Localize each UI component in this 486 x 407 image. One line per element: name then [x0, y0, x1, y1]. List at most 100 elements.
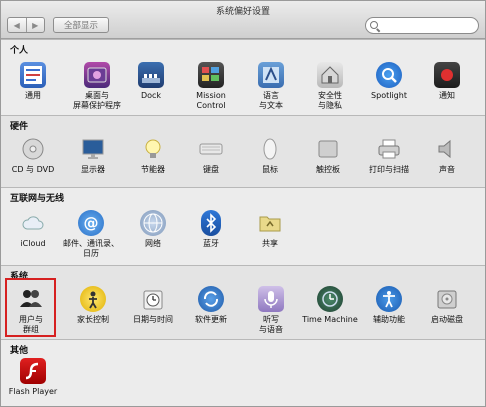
pref-label: 共享 [262, 239, 278, 248]
startup-disk-icon [434, 286, 460, 312]
pref-notifications[interactable]: 通知 [417, 62, 477, 101]
accessibility-icon [376, 286, 402, 312]
pref-keyboard[interactable]: 键盘 [181, 136, 241, 175]
pref-mission-control[interactable]: Mission Control [181, 62, 241, 111]
section-title: 个人 [10, 46, 29, 56]
pref-security-privacy[interactable]: 安全性 与隐私 [300, 62, 360, 111]
pref-label: 通用 [25, 91, 41, 100]
mouse-icon [257, 136, 283, 162]
section-title: 互联网与无线 [10, 194, 65, 204]
pref-label: 安全性 与隐私 [318, 91, 342, 110]
pref-label: 通知 [439, 91, 455, 100]
pref-label: 触控板 [316, 165, 340, 174]
pref-label: 蓝牙 [203, 239, 219, 248]
pref-label: Spotlight [371, 91, 407, 100]
section-hardware: 硬件 CD 与 DVD 显示器 节能器 键盘 鼠标 触控板 打印与扫描 声音 [1, 115, 485, 187]
pref-label-text: 桌面与 屏幕保护程序 [73, 91, 121, 110]
pref-time-machine[interactable]: Time Machine [297, 286, 363, 325]
pref-general[interactable]: 通用 [3, 62, 63, 101]
pref-accessibility[interactable]: 辅助功能 [359, 286, 419, 325]
search-input[interactable] [384, 21, 476, 30]
network-icon [140, 210, 166, 236]
pref-parental-controls[interactable]: 家长控制 [63, 286, 123, 325]
pref-label: Time Machine [302, 315, 358, 324]
pref-dock[interactable]: Dock [121, 62, 181, 101]
show-all-button[interactable]: 全部显示 [53, 17, 109, 33]
pref-label: 邮件、通讯录、 日历 [63, 239, 119, 258]
pref-label: 网络 [145, 239, 161, 248]
spotlight-icon [376, 62, 402, 88]
icloud-icon [20, 210, 46, 236]
displays-icon [80, 136, 106, 162]
mission-control-icon [198, 62, 224, 88]
pref-label: iCloud [20, 239, 46, 248]
pref-date-time[interactable]: 日期与时间 [123, 286, 183, 325]
window-title: 系统偏好设置 [215, 7, 270, 17]
desktop-screensaver-icon [84, 62, 110, 88]
pref-label: 桌面与 屏幕保护程序 [67, 91, 127, 111]
energy-saver-icon [140, 136, 166, 162]
parental-controls-icon [80, 286, 106, 312]
software-update-icon [198, 286, 224, 312]
security-privacy-icon [317, 62, 343, 88]
pref-icloud[interactable]: iCloud [3, 210, 63, 249]
pref-label: 声音 [439, 165, 455, 174]
section-title: 硬件 [10, 122, 29, 132]
search-field[interactable] [365, 17, 479, 34]
pref-network[interactable]: 网络 [123, 210, 183, 249]
pref-label: 启动磁盘 [431, 315, 463, 324]
pref-flash-player[interactable]: Flash Player [3, 358, 63, 397]
sharing-icon [257, 210, 283, 236]
section-personal: 个人 通用 桌面与 屏幕保护程序 Dock Mission Control 语言… [1, 39, 485, 115]
pref-cd-dvd[interactable]: CD 与 DVD [3, 136, 63, 175]
back-button[interactable]: ◀ [8, 18, 26, 32]
pref-label: 打印与扫描 [369, 165, 409, 174]
pref-label: 软件更新 [195, 315, 227, 324]
users-groups-highlight [5, 278, 56, 337]
pref-language-text[interactable]: 语言 与文本 [241, 62, 301, 111]
search-icon [370, 20, 380, 31]
dictation-speech-icon [258, 286, 284, 312]
pref-label: CD 与 DVD [11, 165, 55, 174]
flash-player-icon [20, 358, 46, 384]
section-other: 其他 Flash Player [1, 339, 485, 406]
pref-bluetooth[interactable]: 蓝牙 [181, 210, 241, 249]
toolbar: 系统偏好设置 ◀ ▶ 全部显示 [1, 1, 485, 39]
pref-label: Mission Control [196, 91, 226, 110]
pref-mail-contacts-calendars[interactable]: @ 邮件、通讯录、 日历 [59, 210, 123, 259]
general-icon [20, 62, 46, 88]
pref-dictation-speech[interactable]: 听写 与语音 [241, 286, 301, 335]
sound-icon [434, 136, 460, 162]
date-time-icon [140, 286, 166, 312]
trackpad-icon [315, 136, 341, 162]
mail-contacts-calendars-icon: @ [78, 210, 104, 236]
pref-mouse[interactable]: 鼠标 [240, 136, 300, 175]
keyboard-icon [198, 136, 224, 162]
pref-sharing[interactable]: 共享 [240, 210, 300, 249]
pref-label: 家长控制 [77, 315, 109, 324]
language-text-icon [258, 62, 284, 88]
pref-label: Dock [140, 91, 162, 100]
pref-energy-saver[interactable]: 节能器 [123, 136, 183, 175]
pref-label: 鼠标 [262, 165, 278, 174]
pref-desktop-screensaver[interactable]: 桌面与 屏幕保护程序 [67, 62, 127, 111]
pref-label: 显示器 [81, 165, 105, 174]
pref-sound[interactable]: 声音 [417, 136, 477, 175]
section-system: 系统 用户与 群组 家长控制 日期与时间 软件更新 听写 与语音 Time Ma… [1, 265, 485, 339]
pref-displays[interactable]: 显示器 [63, 136, 123, 175]
pref-print-scan[interactable]: 打印与扫描 [359, 136, 419, 175]
pref-label: Flash Player [8, 387, 58, 396]
pref-label: 日期与时间 [133, 315, 173, 324]
section-title: 其他 [10, 346, 29, 356]
pref-startup-disk[interactable]: 启动磁盘 [417, 286, 477, 325]
cd-dvd-icon [20, 136, 46, 162]
pref-label: 辅助功能 [373, 315, 405, 324]
pref-spotlight[interactable]: Spotlight [359, 62, 419, 101]
pref-software-update[interactable]: 软件更新 [181, 286, 241, 325]
pref-trackpad[interactable]: 触控板 [298, 136, 358, 175]
time-machine-icon [317, 286, 343, 312]
bluetooth-icon [201, 210, 221, 236]
forward-button[interactable]: ▶ [25, 18, 45, 32]
dock-icon [138, 62, 164, 88]
pref-label: 键盘 [203, 165, 219, 174]
